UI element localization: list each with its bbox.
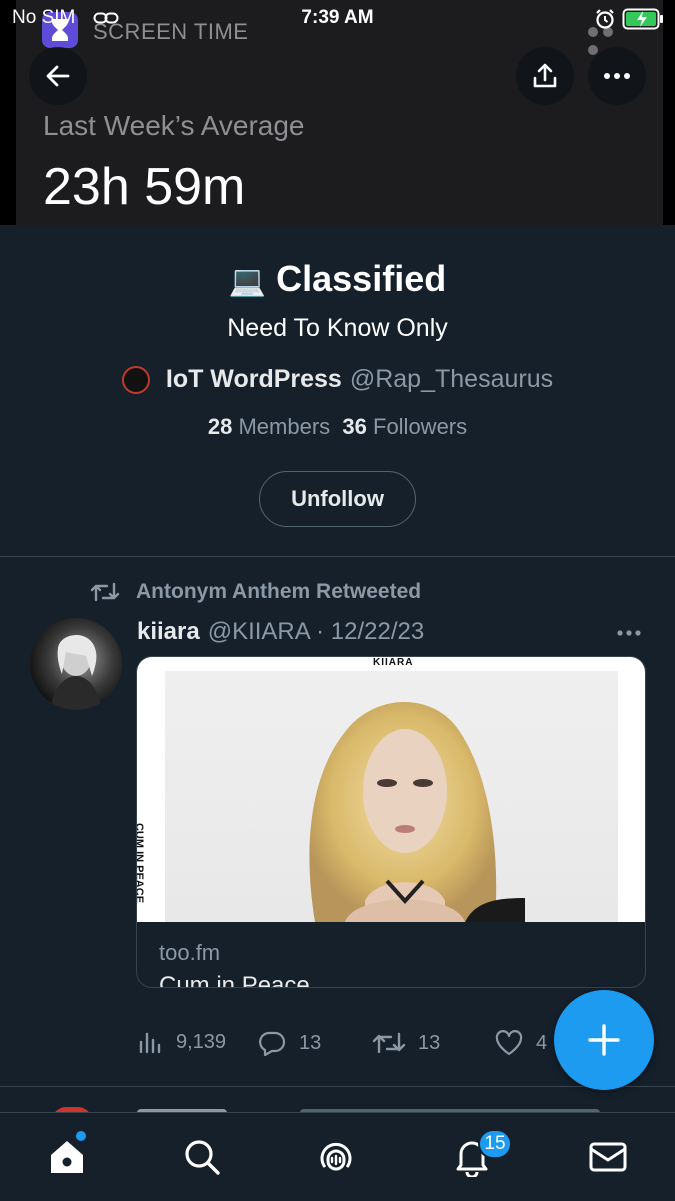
bottom-tab-bar: 15: [0, 1112, 675, 1201]
home-notification-dot: [76, 1131, 86, 1141]
retweet-count: 13: [418, 1031, 441, 1054]
list-description: Need To Know Only: [227, 314, 448, 342]
views-button[interactable]: 9,139: [138, 1030, 226, 1054]
album-cover-photo: [165, 671, 618, 922]
views-count: 9,139: [176, 1030, 227, 1053]
owner-avatar[interactable]: [121, 365, 150, 394]
members-link[interactable]: 28 Members: [208, 414, 330, 439]
home-icon: [51, 1141, 83, 1173]
card-side-text: CUM IN PEACE: [136, 822, 146, 904]
author-name[interactable]: kiiara: [137, 618, 200, 645]
arrow-left-icon: [46, 65, 70, 87]
followers-count: 36: [342, 414, 367, 439]
like-button[interactable]: 4: [494, 1030, 547, 1056]
author-avatar[interactable]: [30, 618, 122, 710]
more-options-button[interactable]: [588, 47, 646, 105]
notifications-badge: 15: [478, 1129, 512, 1159]
divider: [0, 1086, 675, 1087]
tab-messages[interactable]: [586, 1135, 630, 1179]
retweet-context[interactable]: Antonym Anthem Retweeted: [90, 580, 421, 604]
owner-name[interactable]: IoT WordPress: [166, 365, 342, 394]
tab-search[interactable]: [180, 1135, 224, 1179]
plus-icon: [588, 1024, 620, 1056]
owner-handle[interactable]: @Rap_Thesaurus: [350, 365, 553, 394]
card-image[interactable]: KIIARA CUM IN PEACE: [136, 657, 645, 922]
views-icon: [139, 1032, 161, 1054]
reply-icon: [259, 1031, 286, 1056]
more-horizontal-icon: [617, 630, 641, 636]
author-handle[interactable]: @KIIARA: [208, 618, 310, 645]
like-count: 4: [536, 1031, 548, 1054]
tab-spaces[interactable]: [314, 1135, 358, 1179]
heart-icon: [495, 1030, 523, 1056]
back-button[interactable]: [29, 47, 87, 105]
laptop-emoji-icon: 💻: [228, 265, 267, 298]
banner-subtitle: Last Week’s Average: [43, 110, 305, 141]
status-bar: No SIM 7:39 AM: [0, 0, 675, 36]
retweeted-by-label: Antonym Anthem Retweeted: [136, 580, 422, 603]
tweet-date[interactable]: · 12/22/23: [316, 618, 424, 645]
followers-link[interactable]: 36 Followers: [342, 414, 467, 439]
battery-icon: [622, 8, 664, 35]
link-card[interactable]: KIIARA CUM IN PEACE too.fm Cum in Peace: [136, 656, 646, 988]
card-title: Cum in Peace: [159, 972, 310, 988]
card-top-text: KIIARA: [373, 657, 414, 668]
followers-label: Followers: [373, 414, 468, 439]
list-title-text: Classified: [276, 258, 447, 299]
list-counts: 28 Members 36 Followers: [0, 414, 675, 440]
list-title: 💻 Classified: [0, 258, 675, 300]
members-label: Members: [238, 414, 331, 439]
reply-button[interactable]: 13: [257, 1030, 321, 1056]
list-owner[interactable]: IoT WordPress @Rap_Thesaurus: [0, 365, 675, 394]
mail-icon: [589, 1142, 627, 1172]
search-icon: [185, 1140, 220, 1175]
members-count: 28: [207, 414, 233, 439]
retweet-icon: [372, 1032, 406, 1054]
tab-home[interactable]: [45, 1135, 89, 1179]
tweet-more-button[interactable]: [616, 624, 642, 642]
tweet-header: kiiara @KIIARA · 12/22/23: [137, 618, 424, 646]
share-button[interactable]: [516, 47, 574, 105]
reply-count: 13: [299, 1031, 322, 1054]
banner-value: 23h 59m: [43, 158, 246, 216]
card-domain: too.fm: [159, 940, 221, 965]
compose-tweet-button[interactable]: [554, 990, 654, 1090]
spaces-icon: [320, 1142, 352, 1171]
unfollow-button[interactable]: Unfollow: [259, 471, 416, 527]
retweet-button[interactable]: 13: [372, 1030, 440, 1056]
retweet-icon: [90, 582, 120, 602]
alarm-icon: [594, 8, 616, 35]
divider: [0, 556, 675, 557]
clock-time: 7:39 AM: [301, 7, 374, 28]
more-horizontal-icon: [604, 73, 630, 79]
share-icon: [533, 63, 557, 88]
